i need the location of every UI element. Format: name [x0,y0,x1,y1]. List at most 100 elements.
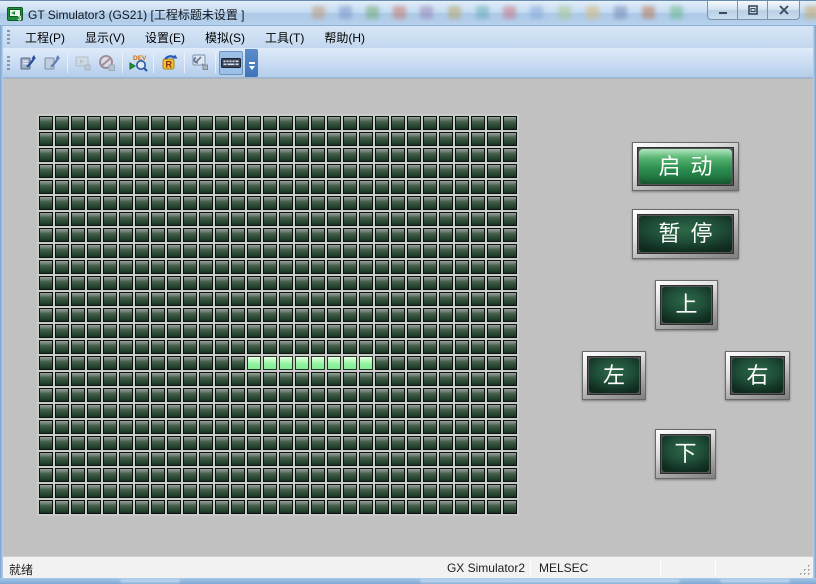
grid-cell [183,308,197,322]
grid-cell [343,132,357,146]
grid-cell [375,164,389,178]
app-icon[interactable]: 3 [7,6,23,22]
grid-cell [327,148,341,162]
grid-cell [487,388,501,402]
grid-cell [359,340,373,354]
window-border-left[interactable] [0,26,3,584]
down-button-label: 下 [662,436,709,472]
close-button[interactable] [767,1,800,20]
grid-cell [199,340,213,354]
grid-cell [295,228,309,242]
grid-cell [119,116,133,130]
keyboard-input-icon[interactable] [219,51,243,75]
grid-cell [295,212,309,226]
grid-cell [471,404,485,418]
script-monitor-icon[interactable]: R [157,51,181,75]
grid-cell [215,148,229,162]
grid-cell [375,484,389,498]
grid-cell [87,276,101,290]
grid-cell [135,244,149,258]
grid-cell [183,500,197,514]
menu-simulate[interactable]: 模拟(S) [196,26,254,49]
grid-cell [247,484,261,498]
grid-cell [199,244,213,258]
grid-cell [327,196,341,210]
grid-cell [55,148,69,162]
resize-grip-icon[interactable] [800,565,811,576]
grid-cell [343,228,357,242]
grid-cell [407,132,421,146]
menu-tool[interactable]: 工具(T) [256,26,313,49]
open-recent-icon[interactable] [40,51,64,75]
start-button[interactable]: 启动 [632,142,739,191]
grid-cell [375,388,389,402]
grid-cell [503,420,517,434]
right-button[interactable]: 右 [725,351,790,400]
grid-cell [119,148,133,162]
grid-cell [151,340,165,354]
grid-cell [471,228,485,242]
grid-cell [215,500,229,514]
pause-button[interactable]: 暂停 [632,209,739,259]
open-project-icon[interactable] [16,51,40,75]
grid-cell [375,244,389,258]
grid-cell [215,404,229,418]
grid-cell [455,148,469,162]
grid-cell [71,292,85,306]
grid-cell [327,484,341,498]
grid-cell [199,292,213,306]
grid-cell [167,500,181,514]
option-setup-icon[interactable] [188,51,212,75]
grid-cell [343,196,357,210]
menu-project[interactable]: 工程(P) [16,26,74,49]
grid-cell [135,196,149,210]
grid-cell [55,308,69,322]
up-button[interactable]: 上 [655,280,718,330]
toolbar-overflow-button[interactable] [245,49,258,77]
grid-cell [327,260,341,274]
grid-cell [295,308,309,322]
toolbar-grip[interactable] [7,56,10,70]
device-monitor-icon[interactable]: DEV [126,51,150,75]
grid-cell [455,196,469,210]
menu-view[interactable]: 显示(V) [76,26,134,49]
window-border-bottom[interactable] [0,578,816,584]
grid-cell [71,324,85,338]
maximize-button[interactable] [737,1,768,20]
grid-cell [375,372,389,386]
grid-cell [295,500,309,514]
grid-cell [55,260,69,274]
menu-help[interactable]: 帮助(H) [315,26,374,49]
grid-cell [455,388,469,402]
grid-cell [279,452,293,466]
grid-cell [279,132,293,146]
grid-cell [375,116,389,130]
grid-cell [375,132,389,146]
left-button[interactable]: 左 [582,351,646,400]
grid-cell [295,260,309,274]
grid-cell [231,436,245,450]
grid-cell [455,484,469,498]
grid-cell [343,340,357,354]
grid-cell [327,180,341,194]
grid-cell [311,212,325,226]
grid-cell [423,180,437,194]
grid-cell [119,244,133,258]
grid-cell [167,340,181,354]
grid-cell [359,212,373,226]
grid-cell [263,340,277,354]
title-bar[interactable]: 3 GT Simulator3 (GS21) [工程标题未设置 ] [0,0,816,26]
grid-cell [263,372,277,386]
grid-cell [503,180,517,194]
down-button[interactable]: 下 [655,429,716,479]
start-monitor-icon[interactable] [71,51,95,75]
toolbar-separator [122,53,123,73]
menu-setup[interactable]: 设置(E) [136,26,194,49]
grid-cell [263,260,277,274]
grid-cell [39,132,53,146]
grid-cell [183,132,197,146]
grid-cell [135,292,149,306]
stop-simulation-icon[interactable] [95,51,119,75]
minimize-button[interactable] [707,1,738,20]
menubar-grip[interactable] [7,30,10,44]
